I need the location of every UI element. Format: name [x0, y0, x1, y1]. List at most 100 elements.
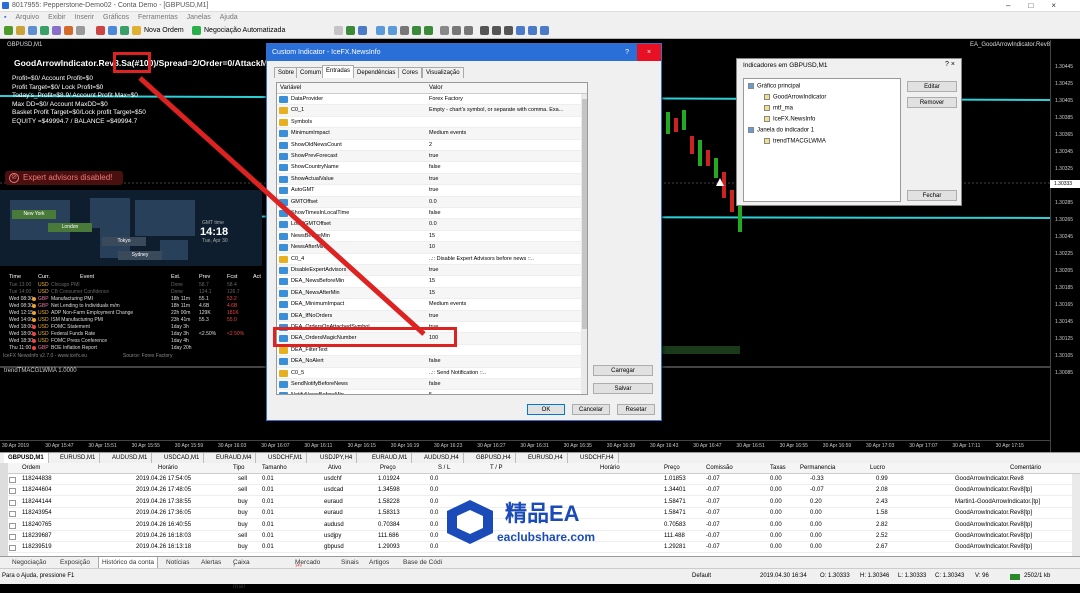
terminal-tabs: Negociação Exposição Histórico da conta …	[0, 556, 1080, 590]
terminal-cell: 0.0	[430, 498, 439, 505]
terminal-cell: 0.0	[430, 476, 439, 482]
terminal-cell: 2019.04.26 16:40:55	[136, 521, 192, 528]
terminal-col-header[interactable]: Horário	[158, 465, 178, 471]
terminal-cell: 1.58471	[664, 498, 686, 505]
terminal-row[interactable]: 118244604 2019.04.26 17:48:05 sell 0.01 usdc…	[0, 485, 1080, 497]
terminal-cell: usdjpy	[324, 533, 342, 539]
terminal-cell: 2.82	[876, 521, 888, 528]
terminal-side-handle[interactable]	[0, 463, 8, 556]
status-profile: Default	[692, 573, 712, 579]
terminal-cell: -0.07	[706, 476, 720, 482]
terminal-cell: 1.01924	[378, 476, 400, 482]
terminal-cell: 1.01853	[664, 476, 686, 482]
terminal-col-header[interactable]: Ativo	[328, 465, 341, 471]
status-open: O: 1.30333	[820, 573, 850, 579]
connection-icon	[1010, 574, 1020, 580]
terminal-cell: 2019.04.26 17:36:05	[136, 510, 192, 517]
terminal-cell: 0.0	[430, 510, 439, 517]
terminal-cell: 1.58	[876, 510, 888, 517]
terminal-col-header[interactable]: Comissão	[706, 465, 733, 471]
terminal-cell: sell	[238, 487, 248, 494]
terminal-cell: GoodArrowIndicator.Rev8	[955, 476, 1024, 482]
order-icon	[9, 545, 16, 552]
terminal-cell: euraud	[324, 510, 343, 517]
terminal-col-header[interactable]: Comentário	[1010, 465, 1041, 471]
terminal-col-header[interactable]: Preço	[664, 465, 680, 471]
terminal-cell: buy	[238, 498, 248, 505]
terminal-cell: 0.00	[810, 521, 822, 528]
terminal-cell: -0.07	[810, 487, 824, 494]
terminal-cell: -0.07	[706, 544, 720, 551]
terminal-cell: 1.58313	[378, 510, 400, 517]
terminal-cell: 2.67	[876, 544, 888, 551]
order-icon	[9, 499, 16, 506]
watermark-brand: 精品EA	[505, 501, 580, 526]
order-icon	[9, 534, 16, 540]
terminal-cell: buy	[238, 510, 248, 517]
terminal-cell: 0.70583	[664, 521, 686, 528]
terminal-cell: -0.07	[706, 498, 720, 505]
terminal-cell: 1.34598	[378, 487, 400, 494]
terminal-cell: 0.0	[430, 544, 439, 551]
terminal-col-header[interactable]: S / L	[438, 465, 450, 471]
terminal-cell: -0.33	[810, 476, 824, 482]
terminal-cell: GoodArrowIndicator.Rev8[tp]	[955, 544, 1033, 551]
terminal-col-header[interactable]: Taxas	[770, 465, 786, 471]
terminal-col-header[interactable]: T / P	[490, 465, 503, 471]
terminal-cell: GoodArrowIndicator.Rev8[tp]	[955, 521, 1033, 528]
status-traffic: 2502/1 kb	[1024, 573, 1051, 579]
status-close: C: 1.30343	[935, 573, 965, 579]
terminal-cell: 111.488	[664, 533, 685, 539]
terminal-cell: 1.29093	[378, 544, 400, 551]
terminal-cell: 2019.04.26 17:48:05	[136, 487, 192, 494]
terminal-cell: -0.07	[706, 487, 720, 494]
terminal-col-header[interactable]: Tamanho	[262, 465, 287, 471]
terminal-col-header[interactable]: Ordem	[22, 465, 40, 471]
terminal-cell: 0.01	[262, 498, 274, 505]
status-help: Para o Ajuda, pressione F1	[2, 573, 75, 579]
terminal-cell: 2019.04.26 16:18:03	[136, 533, 192, 539]
terminal-cell: 0.0	[430, 533, 439, 539]
terminal-cell: GoodArrowIndicator.Rev8[tp]	[955, 487, 1033, 494]
terminal-scrollbar[interactable]	[1072, 474, 1080, 556]
watermark-logo-icon	[447, 500, 493, 544]
terminal-cell: Martin1-GoodArrowIndicator.[tp]	[955, 498, 1041, 505]
terminal-cell: -0.07	[706, 533, 720, 539]
terminal-cell: usdcad	[324, 487, 344, 494]
terminal-cell: 0.20	[810, 498, 822, 505]
terminal-col-header[interactable]: Preço	[380, 465, 396, 471]
order-icon	[9, 488, 16, 495]
status-datetime: 2019.04.30 16:34	[760, 573, 807, 579]
terminal-cell: 2019.04.26 17:54:05	[136, 476, 192, 482]
terminal-cell: 0.00	[770, 510, 782, 517]
terminal-cell: 0.70384	[378, 521, 400, 528]
status-bar: Para o Ajuda, pressione F1 Default 2019.…	[0, 568, 1080, 584]
terminal-cell: 2019.04.26 17:38:55	[136, 498, 192, 505]
terminal-col-header[interactable]: Lucro	[870, 465, 885, 471]
status-low: L: 1.30333	[898, 573, 927, 579]
terminal-cell: 1.34401	[664, 487, 686, 494]
terminal-header: Ordem Horário Tipo Tamanho Ativo Preço S / L T …	[0, 463, 1080, 474]
terminal-cell: 0.00	[770, 533, 782, 539]
terminal-cell: 0.0	[430, 487, 439, 494]
terminal-cell: 0.01	[262, 476, 274, 482]
terminal-cell: gbpusd	[324, 544, 344, 551]
terminal-cell: 118243954	[22, 510, 52, 517]
terminal-cell: sell	[238, 533, 248, 539]
watermark: 精品EA eaclubshare.com	[447, 496, 617, 556]
terminal-cell: GoodArrowIndicator.Rev8[tp]	[955, 510, 1033, 517]
status-volume: V: 96	[975, 573, 989, 579]
terminal-cell: 118240765	[22, 521, 52, 528]
terminal-col-header[interactable]: Horário	[600, 465, 620, 471]
terminal-col-header[interactable]: Permanencia	[800, 465, 835, 471]
annotation-arrow-line	[138, 76, 426, 336]
terminal-cell: usdchf	[324, 476, 342, 482]
terminal-cell: 1.58471	[664, 510, 686, 517]
terminal-col-header[interactable]: Tipo	[233, 465, 244, 471]
terminal-cell: 0.00	[770, 521, 782, 528]
terminal-cell: 0.00	[810, 533, 822, 539]
terminal-cell: buy	[238, 544, 248, 551]
terminal-cell: 0.00	[810, 510, 822, 517]
terminal-row[interactable]: 118244838 2019.04.26 17:54:05 sell 0.01 usdc…	[0, 474, 1080, 485]
terminal-cell: sell	[238, 476, 248, 482]
